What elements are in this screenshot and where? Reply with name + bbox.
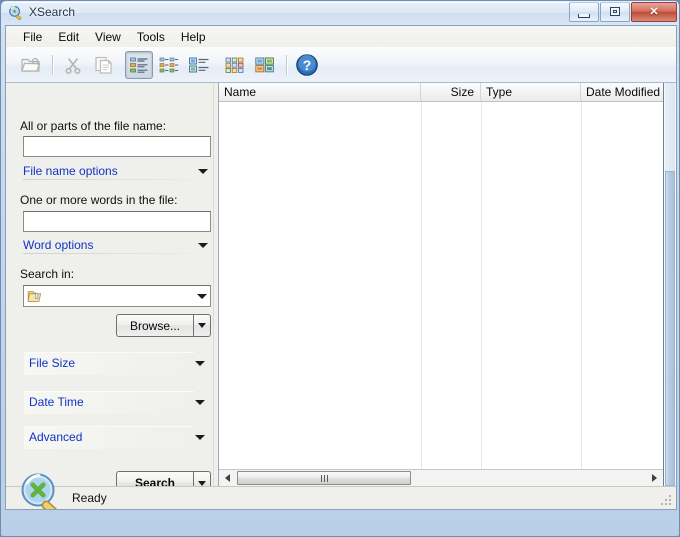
browse-button[interactable]: Browse... (116, 314, 193, 337)
scissors-icon (63, 55, 83, 75)
grid-line (421, 102, 422, 469)
toolbar-separator-2 (286, 55, 288, 75)
help-button[interactable]: ? (293, 51, 321, 79)
chevron-down-icon (198, 323, 206, 328)
view-tiles-button[interactable] (185, 51, 213, 79)
expander-underline (23, 179, 211, 180)
search-in-combobox[interactable] (23, 285, 211, 307)
close-icon: ✕ (632, 7, 676, 17)
chevron-down-icon (198, 481, 206, 486)
arrow-left-icon (225, 474, 230, 482)
open-folder-button[interactable] (17, 51, 45, 79)
column-header-date-modified[interactable]: Date Modified (581, 83, 663, 101)
view-large-icons-icon (254, 56, 276, 74)
section-file-size-label: File Size (29, 356, 75, 370)
column-header-name[interactable]: Name (219, 83, 421, 101)
column-header-type[interactable]: Type (481, 83, 581, 101)
section-date-time[interactable]: Date Time (16, 391, 213, 413)
filename-label: All or parts of the file name: (20, 119, 166, 133)
menu-item-tools[interactable]: Tools (129, 28, 173, 46)
scroll-left-button[interactable] (219, 471, 236, 486)
copy-button[interactable] (89, 51, 117, 79)
vertical-scrollbar[interactable] (663, 83, 676, 486)
minimize-icon (578, 14, 590, 18)
search-in-label: Search in: (20, 267, 74, 281)
cut-button[interactable] (59, 51, 87, 79)
resize-grip-icon[interactable] (659, 493, 673, 507)
search-panel: All or parts of the file name: File name… (6, 83, 213, 486)
section-file-size[interactable]: File Size (16, 352, 213, 374)
menu-bar: File Edit View Tools Help (6, 26, 676, 47)
vertical-scroll-thumb[interactable] (665, 171, 675, 486)
maximize-icon (610, 7, 620, 16)
column-header-size[interactable]: Size (421, 83, 481, 101)
filename-options-expander[interactable]: File name options (23, 162, 211, 180)
view-large-icons-button[interactable] (251, 51, 279, 79)
status-bar: Ready (6, 486, 676, 509)
window-title: XSearch (29, 5, 75, 19)
view-tiles-icon (188, 56, 210, 74)
chevron-down-icon (195, 400, 205, 405)
magnifier-icon (8, 5, 24, 21)
chevron-down-icon (198, 243, 208, 248)
expander-underline-2 (23, 253, 211, 254)
word-options-label: Word options (23, 238, 93, 252)
view-list-button[interactable] (155, 51, 183, 79)
filename-input[interactable] (23, 136, 211, 157)
window-controls: ✕ (569, 2, 677, 22)
vertical-scroll-track[interactable] (665, 83, 675, 171)
menu-item-help[interactable]: Help (173, 28, 214, 46)
menu-item-file[interactable]: File (15, 28, 50, 46)
close-button[interactable]: ✕ (631, 2, 677, 22)
menu-item-view[interactable]: View (87, 28, 129, 46)
view-small-icons-button[interactable] (221, 51, 249, 79)
browse-dropdown-button[interactable] (193, 314, 211, 337)
grid-line (481, 102, 482, 469)
view-small-icons-icon (224, 56, 246, 74)
svg-text:?: ? (303, 57, 312, 73)
maximize-button[interactable] (600, 2, 630, 22)
results-list: Name Size Type Date Modified (218, 83, 676, 486)
chevron-down-icon (197, 294, 207, 299)
section-advanced-label: Advanced (29, 430, 82, 444)
horizontal-scroll-thumb[interactable] (237, 471, 411, 485)
words-label: One or more words in the file: (20, 193, 177, 207)
menu-item-edit[interactable]: Edit (50, 28, 87, 46)
help-circle-icon: ? (295, 53, 319, 77)
chevron-down-icon (195, 361, 205, 366)
folder-icon (27, 288, 43, 304)
client-area: File Edit View Tools Help (5, 25, 677, 510)
toolbar: ? (6, 47, 676, 83)
search-in-dropdown-arrow[interactable] (193, 286, 210, 306)
column-header-row: Name Size Type Date Modified (219, 83, 663, 102)
horizontal-scrollbar[interactable] (219, 469, 663, 486)
scroll-right-button[interactable] (646, 471, 663, 486)
arrow-right-icon (652, 474, 657, 482)
view-details-button[interactable] (125, 51, 153, 79)
toolbar-separator (52, 55, 54, 75)
chevron-down-icon (195, 435, 205, 440)
magnifier-status-icon (16, 469, 68, 510)
grid-line (581, 102, 582, 469)
chevron-down-icon (198, 169, 208, 174)
browse-split-button[interactable]: Browse... (116, 314, 211, 337)
minimize-button[interactable] (569, 2, 599, 22)
title-bar[interactable]: XSearch ✕ (1, 1, 680, 25)
status-text: Ready (72, 491, 107, 505)
section-date-time-label: Date Time (29, 395, 84, 409)
section-advanced[interactable]: Advanced (16, 426, 213, 448)
open-folder-icon (20, 55, 42, 75)
view-details-icon (129, 56, 149, 74)
word-options-expander[interactable]: Word options (23, 236, 211, 254)
filename-options-label: File name options (23, 164, 118, 178)
words-input[interactable] (23, 211, 211, 232)
view-list-icon (159, 56, 179, 74)
scroll-thumb-grip (321, 475, 328, 482)
application-window: XSearch ✕ File Edit View Tools Help (0, 0, 680, 537)
copy-icon (93, 55, 113, 75)
